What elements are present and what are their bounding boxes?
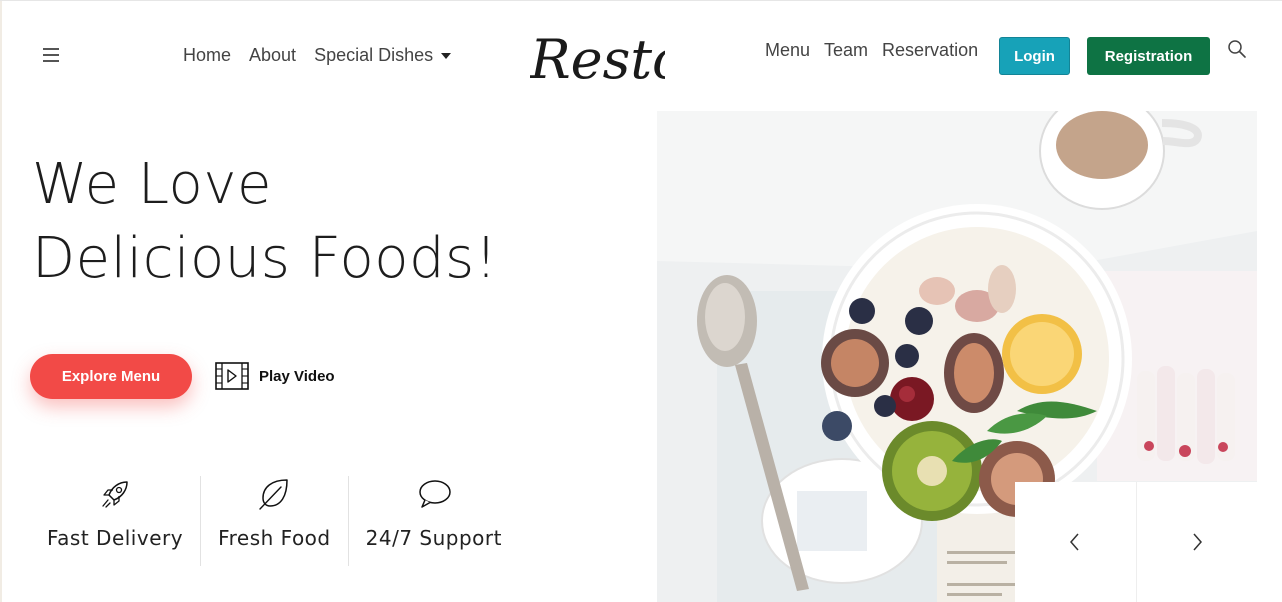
chat-bubble-icon <box>419 480 451 508</box>
features-row: Fast Delivery Fresh Food 24/7 Support <box>30 476 519 566</box>
nav-menu-link[interactable]: Menu <box>765 40 810 61</box>
nav-special-dishes-label: Special Dishes <box>314 45 434 65</box>
primary-nav-right: Menu Team Reservation <box>765 40 978 61</box>
play-video-label: Play Video <box>259 367 335 385</box>
caret-down-icon <box>441 53 452 60</box>
leaf-icon <box>259 479 289 510</box>
svg-text:Resto: Resto <box>530 28 665 88</box>
chevron-left-icon <box>1070 533 1079 551</box>
feature-fast-delivery-label: Fast Delivery <box>47 526 184 550</box>
explore-menu-button[interactable]: Explore Menu <box>30 354 192 399</box>
video-film-icon <box>215 362 249 390</box>
carousel-next-button[interactable] <box>1135 482 1258 602</box>
registration-button[interactable]: Registration <box>1087 37 1210 75</box>
primary-nav-left: Home About Special Dishes <box>183 45 452 66</box>
chevron-right-icon <box>1193 533 1202 551</box>
nav-team-link[interactable]: Team <box>824 40 868 61</box>
resto-logo[interactable]: Resto <box>530 24 665 88</box>
feature-fast-delivery: Fast Delivery <box>30 476 200 566</box>
nav-reservation-link[interactable]: Reservation <box>882 40 978 61</box>
hero-title: We Love Delicious Foods! <box>32 148 498 296</box>
login-button[interactable]: Login <box>999 37 1070 75</box>
rocket-icon <box>102 481 128 508</box>
hero-title-line-2: Delicious Foods! <box>32 226 498 291</box>
search-icon[interactable] <box>1227 39 1247 59</box>
carousel-controls <box>1015 482 1257 602</box>
top-border <box>0 0 1282 1</box>
nav-special-dishes-dropdown[interactable]: Special Dishes <box>314 45 452 66</box>
play-video-button[interactable]: Play Video <box>215 362 335 390</box>
carousel-prev-button[interactable] <box>1015 482 1136 602</box>
feature-support: 24/7 Support <box>347 476 519 566</box>
feature-fresh-food-label: Fresh Food <box>218 526 331 550</box>
feature-support-label: 24/7 Support <box>365 526 502 550</box>
page-edge <box>0 0 2 602</box>
hero-title-line-1: We Love <box>32 152 272 217</box>
feature-fresh-food: Fresh Food <box>200 476 348 566</box>
nav-home-link[interactable]: Home <box>183 45 231 66</box>
hamburger-menu-icon[interactable] <box>43 48 59 62</box>
nav-about-link[interactable]: About <box>249 45 296 66</box>
